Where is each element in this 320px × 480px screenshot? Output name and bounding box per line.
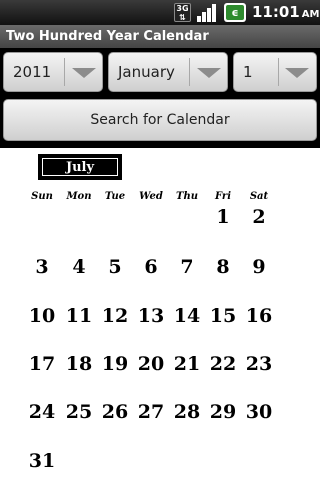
- battery-icon: ϵ: [224, 3, 246, 22]
- divider: [189, 58, 190, 86]
- month-spinner[interactable]: January: [108, 52, 228, 92]
- calendar-day: 2: [252, 206, 266, 228]
- calendar-day: 5: [108, 256, 122, 278]
- calendar-day: 23: [245, 353, 273, 375]
- calendar-day: 28: [173, 401, 201, 423]
- calendar-day: 30: [245, 401, 273, 423]
- divider: [64, 58, 65, 86]
- status-bar: 3G ⇅ ϵ 11:01 AM: [0, 0, 320, 25]
- calendar-day: 11: [65, 305, 93, 327]
- calendar-day: 19: [101, 353, 129, 375]
- calendar-day: 20: [137, 353, 165, 375]
- network-3g-icon: 3G ⇅: [174, 3, 191, 22]
- calendar-week-row: 3 456789: [24, 247, 318, 287]
- year-spinner[interactable]: 2011: [3, 52, 103, 92]
- calendar-day: 4: [72, 256, 86, 278]
- calendar-day: 1: [216, 206, 230, 228]
- calendar-day: 26: [101, 401, 129, 423]
- chevron-down-icon[interactable]: [197, 68, 221, 78]
- divider: [278, 58, 279, 86]
- calendar-day: 27: [137, 401, 165, 423]
- calendar-day: 15: [209, 305, 237, 327]
- calendar-day: 18: [65, 353, 93, 375]
- day-value: 1: [243, 63, 253, 81]
- month-title: July: [38, 154, 122, 180]
- calendar-day: 24: [28, 401, 56, 423]
- clock: 11:01 AM: [252, 2, 319, 23]
- calendar-day: 25: [65, 401, 93, 423]
- calendar-day: 6: [144, 256, 158, 278]
- calendar-week-row: 24 25 26 27 28 29 30: [24, 392, 318, 432]
- calendar-day: 29: [209, 401, 237, 423]
- calendar-day: 12: [101, 305, 129, 327]
- calendar-week-row: 17 18 19 20 21 22 23: [24, 344, 318, 384]
- calendar-day: 13: [137, 305, 165, 327]
- day-spinner[interactable]: 1: [233, 52, 317, 92]
- calendar-day: 16: [245, 305, 273, 327]
- clock-ampm: AM: [301, 9, 320, 20]
- year-value: 2011: [13, 63, 52, 81]
- calendar-day: 22: [209, 353, 237, 375]
- calendar-day: 7: [180, 256, 194, 278]
- calendar-week-row: 10 11 12 13 14 15 16: [24, 296, 318, 336]
- clock-time: 11:01: [252, 3, 300, 21]
- signal-strength-icon: [197, 4, 216, 22]
- app-title: Two Hundred Year Calendar: [0, 25, 320, 48]
- chevron-down-icon[interactable]: [72, 68, 96, 78]
- calendar-day: 8: [216, 256, 230, 278]
- date-controls: 2011 January 1 Search for Calendar: [0, 48, 320, 148]
- calendar-day: 17: [28, 353, 56, 375]
- calendar-day: 14: [173, 305, 201, 327]
- calendar-week-row: 12: [24, 197, 318, 237]
- calendar-day: 3: [35, 256, 49, 278]
- chevron-down-icon[interactable]: [285, 68, 309, 78]
- calendar-day: 21: [173, 353, 201, 375]
- calendar-day: 9: [252, 256, 266, 278]
- month-value: January: [118, 63, 175, 81]
- calendar-week-row: 31: [24, 441, 318, 480]
- search-calendar-button[interactable]: Search for Calendar: [3, 99, 317, 141]
- network-type: 3G: [176, 4, 189, 13]
- month-name: July: [42, 158, 118, 176]
- calendar-day: 31: [28, 450, 56, 472]
- calendar-day: 10: [28, 305, 56, 327]
